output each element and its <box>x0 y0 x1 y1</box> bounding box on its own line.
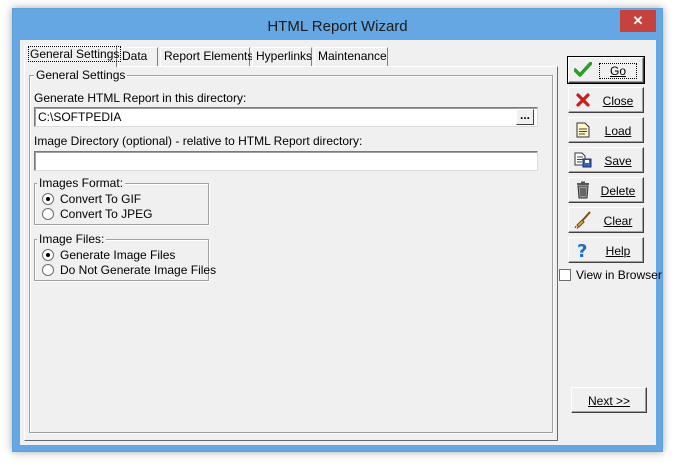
images-format-group: Images Format: Convert To GIF Convert To… <box>34 176 209 225</box>
image-directory-input[interactable] <box>34 151 538 171</box>
load-button[interactable]: Load <box>568 117 644 143</box>
close-icon <box>574 91 592 109</box>
help-button-label: Help <box>605 244 631 258</box>
tab-data[interactable]: Data <box>118 47 158 66</box>
general-settings-group: General Settings Generate HTML Report in… <box>29 68 553 433</box>
close-button[interactable]: Close <box>568 87 644 113</box>
clear-button[interactable]: Clear <box>568 207 644 233</box>
do-not-generate-radio[interactable] <box>42 264 54 276</box>
broom-icon <box>574 211 592 229</box>
document-icon <box>574 121 592 139</box>
trash-can-icon <box>574 181 592 199</box>
go-button[interactable]: Go <box>567 56 645 84</box>
wizard-window: HTML Report Wizard ✕ General Settings Da… <box>12 8 663 452</box>
generate-image-files-option[interactable]: Generate Image Files <box>42 248 175 262</box>
generate-image-files-label: Generate Image Files <box>60 248 176 262</box>
convert-gif-radio[interactable] <box>42 193 54 205</box>
question-mark-icon: ? <box>574 241 592 259</box>
clear-button-label: Clear <box>603 214 633 228</box>
generate-image-files-radio[interactable] <box>42 249 54 261</box>
svg-text:?: ? <box>577 241 587 259</box>
title-bar[interactable]: HTML Report Wizard ✕ <box>13 9 662 40</box>
tab-hyperlinks[interactable]: Hyperlinks <box>252 47 312 66</box>
do-not-generate-label: Do Not Generate Image Files <box>60 263 217 277</box>
image-files-group: Image Files: Generate Image Files Do Not… <box>34 232 216 281</box>
window-close-button[interactable]: ✕ <box>620 10 656 32</box>
save-button[interactable]: Save <box>568 147 644 173</box>
view-in-browser-label: View in Browser <box>576 268 662 282</box>
save-button-label: Save <box>604 154 632 168</box>
convert-jpeg-option[interactable]: Convert To JPEG <box>42 207 152 221</box>
browse-directory-button[interactable]: ... <box>516 109 534 125</box>
delete-button[interactable]: Delete <box>568 177 644 203</box>
save-document-icon <box>574 151 592 169</box>
do-not-generate-option[interactable]: Do Not Generate Image Files <box>42 263 216 277</box>
delete-button-label: Delete <box>600 184 636 198</box>
image-files-title: Image Files: <box>37 232 107 246</box>
convert-gif-option[interactable]: Convert To GIF <box>42 192 141 206</box>
tab-report-elements[interactable]: Report Elements <box>160 47 253 66</box>
window-title: HTML Report Wizard <box>267 18 408 35</box>
general-settings-group-title: General Settings <box>34 68 128 82</box>
view-in-browser-checkbox[interactable] <box>559 269 571 281</box>
convert-jpeg-label: Convert To JPEG <box>60 207 153 221</box>
tab-maintenance[interactable]: Maintenance <box>314 47 388 66</box>
next-button-label: Next >> <box>587 394 631 408</box>
convert-jpeg-radio[interactable] <box>42 208 54 220</box>
dialog-client-area: General Settings Data Report Elements Hy… <box>20 40 662 445</box>
tab-general-settings[interactable]: General Settings <box>24 45 122 67</box>
general-settings-panel: General Settings Generate HTML Report in… <box>24 66 558 441</box>
images-format-title: Images Format: <box>37 176 126 190</box>
report-directory-input[interactable]: C:\SOFTPEDIA <box>34 107 538 127</box>
report-directory-label: Generate HTML Report in this directory: <box>34 91 247 105</box>
load-button-label: Load <box>604 124 632 138</box>
image-directory-label: Image Directory (optional) - relative to… <box>34 134 363 148</box>
close-button-label: Close <box>602 94 634 108</box>
checkmark-icon <box>574 61 592 79</box>
view-in-browser-option[interactable]: View in Browser <box>559 268 662 282</box>
next-button[interactable]: Next >> <box>571 387 647 413</box>
convert-gif-label: Convert To GIF <box>60 192 142 206</box>
go-button-label: Go <box>598 63 637 79</box>
help-button[interactable]: ? Help <box>568 237 644 263</box>
